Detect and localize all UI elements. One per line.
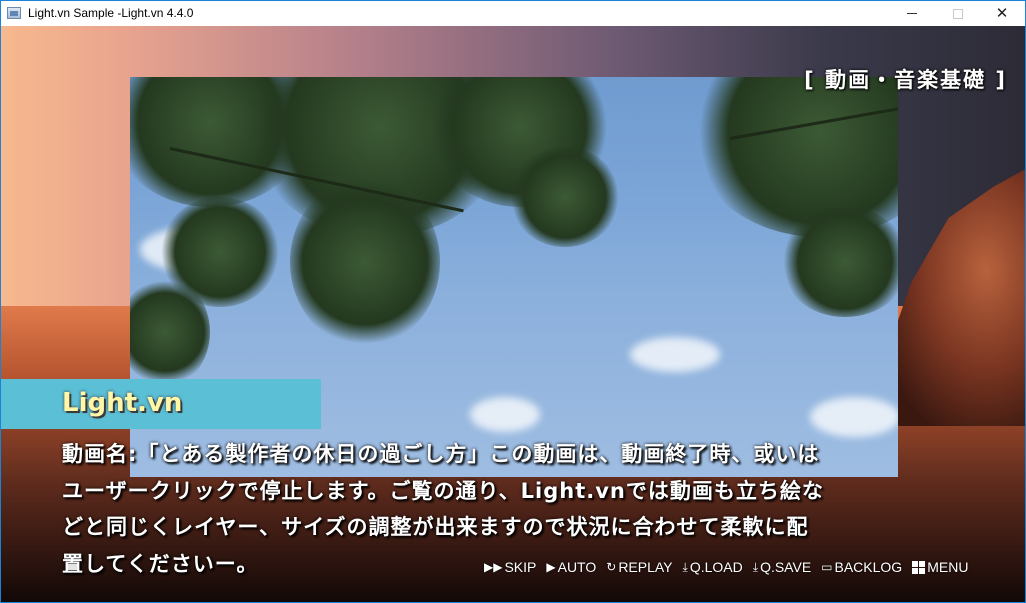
- quick-save-button[interactable]: ⤓ Q.SAVE: [753, 559, 811, 575]
- window-title: Light.vn Sample -Light.vn 4.4.0: [28, 6, 194, 20]
- replay-label: REPLAY: [618, 559, 673, 575]
- chapter-label: [ 動画・音楽基礎 ]: [804, 68, 1007, 92]
- game-canvas[interactable]: [ 動画・音楽基礎 ] Light.vn 動画名:「とある製作者の休日の過ごし方…: [1, 26, 1025, 602]
- menu-button[interactable]: MENU: [912, 559, 968, 575]
- skip-button[interactable]: ▶▶ SKIP: [484, 559, 536, 575]
- backlog-icon: ▭: [821, 560, 833, 574]
- skip-label: SKIP: [504, 559, 537, 575]
- replay-icon: ↻: [606, 560, 617, 574]
- quick-save-label: Q.SAVE: [760, 559, 812, 575]
- close-icon: ✕: [995, 4, 1009, 22]
- close-button[interactable]: ✕: [979, 1, 1025, 26]
- quick-menu: ▶▶ SKIP ▶ AUTO ↻ REPLAY ⤓ Q.LOAD ⤓ Q.SAV…: [484, 557, 978, 577]
- minimize-button[interactable]: [889, 1, 935, 26]
- maximize-button[interactable]: [935, 1, 981, 26]
- background-cliff: [881, 166, 1025, 426]
- maximize-icon: [953, 8, 963, 19]
- menu-label: MENU: [927, 559, 969, 575]
- minimize-icon: [907, 13, 917, 14]
- quick-load-icon: ⤓: [682, 559, 688, 574]
- auto-icon: ▶: [546, 560, 556, 574]
- quick-load-label: Q.LOAD: [689, 559, 743, 575]
- auto-button[interactable]: ▶ AUTO: [546, 559, 596, 575]
- backlog-button[interactable]: ▭ BACKLOG: [821, 559, 902, 575]
- skip-icon: ▶▶: [484, 560, 503, 574]
- app-icon: [7, 7, 21, 19]
- cloud: [810, 397, 898, 437]
- tree-foliage: [510, 147, 620, 247]
- cloud: [470, 397, 540, 432]
- quick-save-icon: ⤓: [752, 559, 759, 574]
- title-bar[interactable]: Light.vn Sample -Light.vn 4.4.0 ✕: [1, 1, 1025, 26]
- replay-button[interactable]: ↻ REPLAY: [606, 559, 672, 575]
- dialog-line: 動画名:「とある製作者の休日の過ごし方」この動画は、動画終了時、或いは: [62, 442, 820, 466]
- dialog-line: ユーザークリックで停止します。ご覧の通り、Light.vnでは動画も立ち絵な: [62, 478, 824, 503]
- cloud: [630, 337, 720, 372]
- quick-load-button[interactable]: ⤓ Q.LOAD: [683, 559, 743, 575]
- speaker-name: Light.vn: [62, 388, 183, 418]
- backlog-label: BACKLOG: [834, 559, 903, 575]
- dialog-line: どと同じくレイヤー、サイズの調整が出来ますので状況に合わせて柔軟に配: [62, 515, 809, 539]
- speaker-name-box: Light.vn: [1, 379, 321, 429]
- tree-foliage: [780, 207, 898, 317]
- app-window: Light.vn Sample -Light.vn 4.4.0 ✕ [ 動画・音…: [0, 0, 1026, 603]
- menu-grid-icon: [912, 560, 926, 574]
- auto-label: AUTO: [557, 559, 597, 575]
